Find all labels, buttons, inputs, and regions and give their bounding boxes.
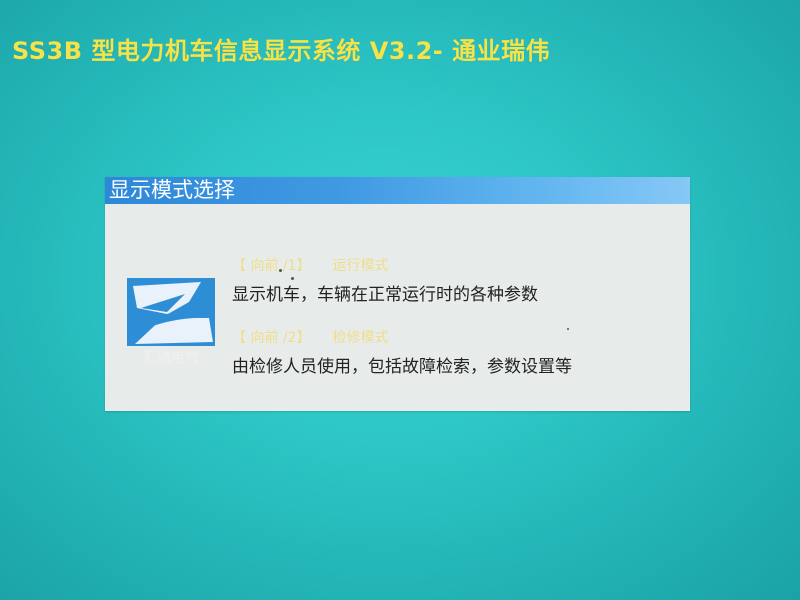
logo-graphic <box>127 278 215 346</box>
mode-hotkey: 【 向前 /2】 <box>232 330 311 346</box>
mode-name: 检修模式 <box>332 330 389 346</box>
mode-hotkey: 【 向前 /1】 <box>232 258 311 274</box>
dialog-title: 显示模式选择 <box>109 178 235 202</box>
screen-speck <box>279 269 282 272</box>
mode-select-dialog: 显示模式选择 汇通电气 【 向前 /1】 运行模式 显示机车，车辆在正常运行时的各… <box>105 177 690 411</box>
dialog-titlebar: 显示模式选择 <box>105 177 690 204</box>
logo-caption: 汇通电气 <box>143 350 199 366</box>
mode-option-run[interactable]: 【 向前 /1】 运行模式 <box>232 257 389 275</box>
app-title: SS3B 型电力机车信息显示系统 V3.2- 通业瑞伟 <box>12 37 551 65</box>
mode-description: 由检修人员使用，包括故障检索，参数设置等 <box>232 357 572 377</box>
company-logo-icon <box>127 278 215 346</box>
mode-name: 运行模式 <box>332 258 389 274</box>
mode-description: 显示机车，车辆在正常运行时的各种参数 <box>232 285 538 305</box>
screen-speck <box>291 277 294 280</box>
mode-option-maintenance[interactable]: 【 向前 /2】 检修模式 <box>232 329 389 347</box>
screen-speck <box>567 328 569 330</box>
